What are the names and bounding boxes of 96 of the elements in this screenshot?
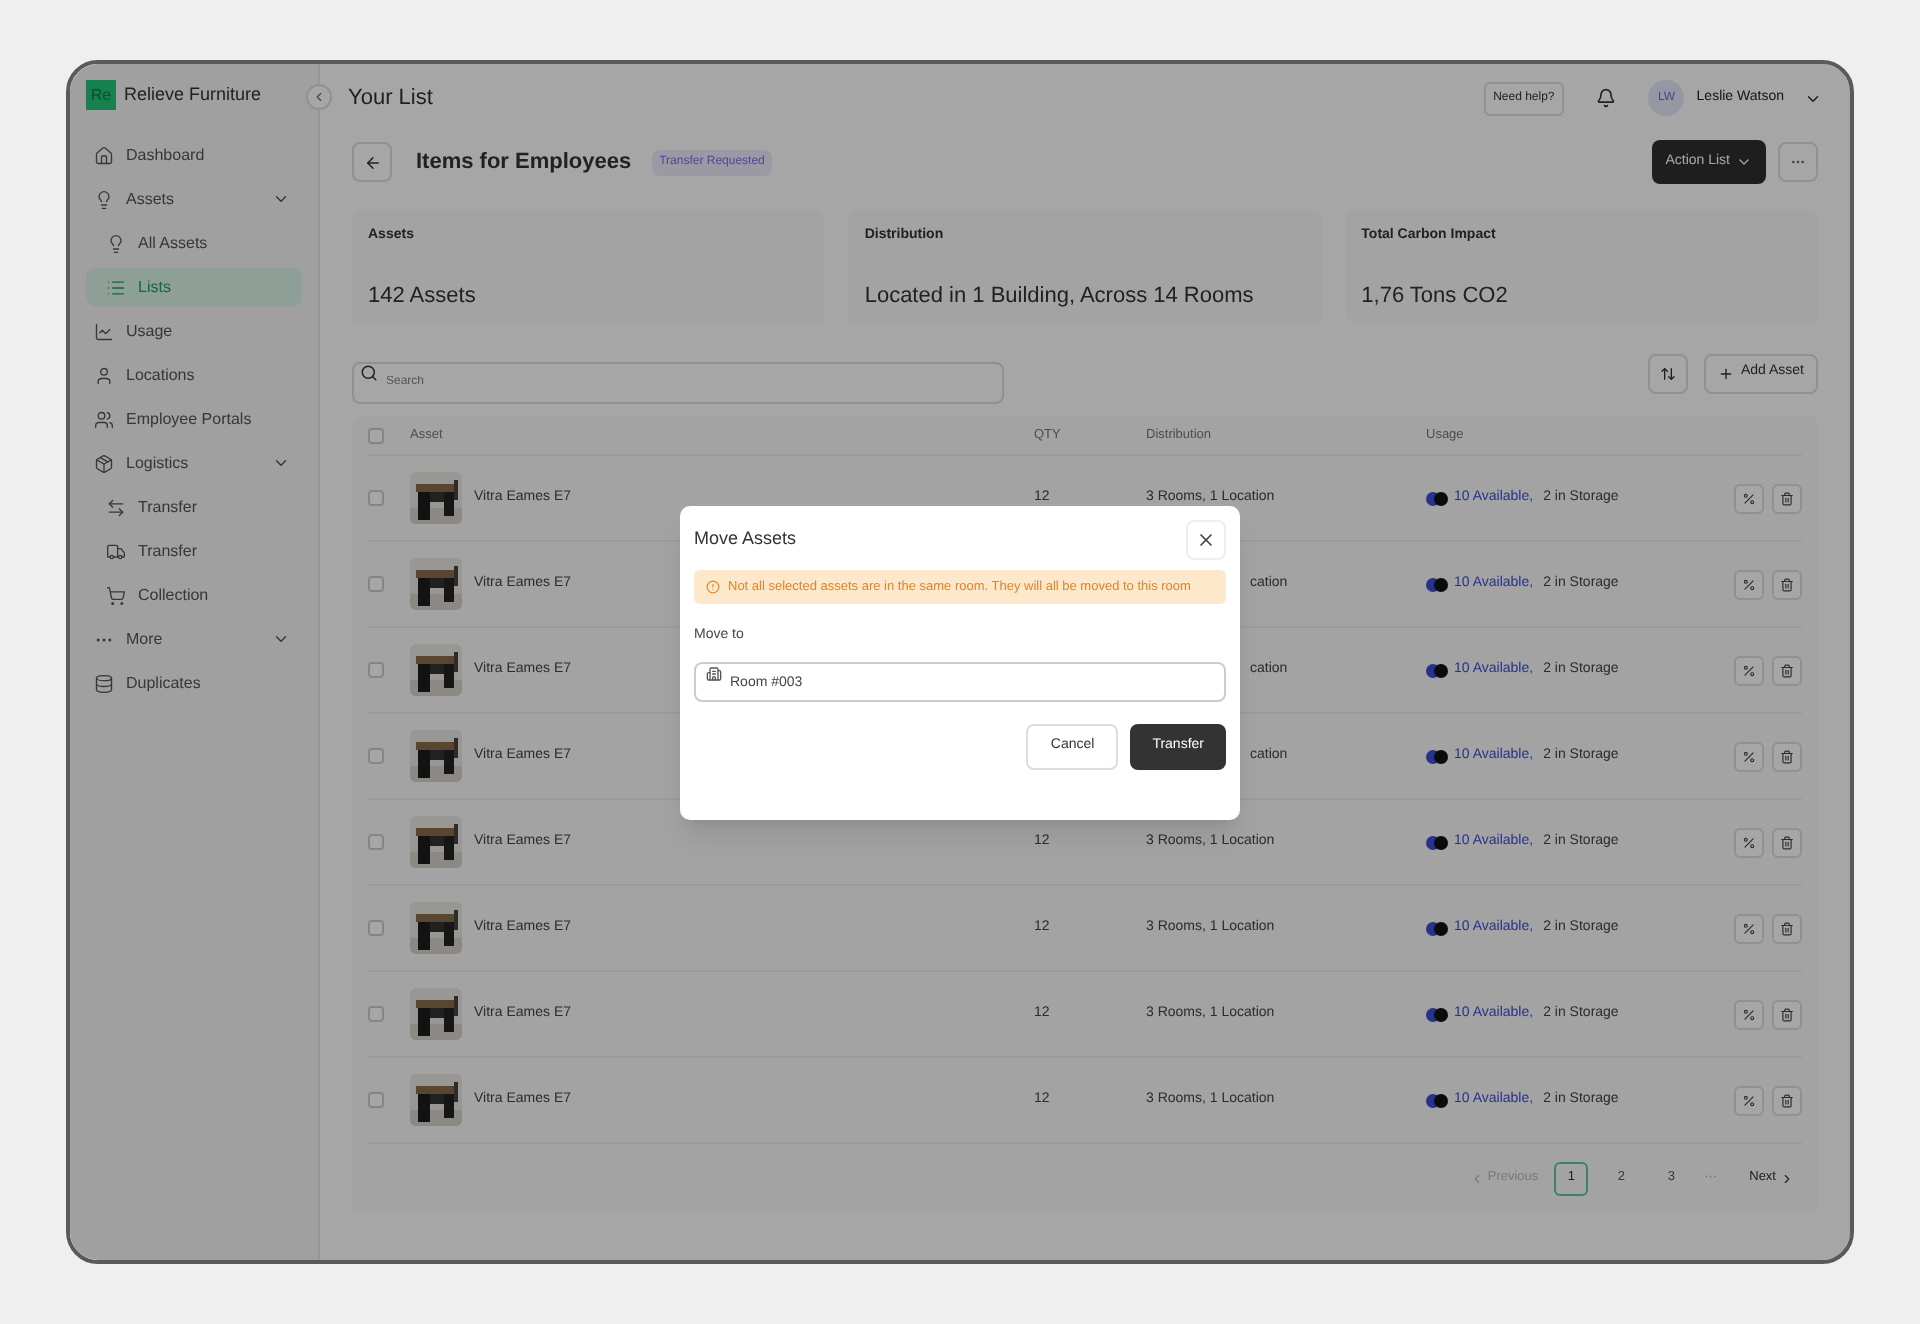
list-icon: [106, 277, 126, 297]
lightbulb-icon: [106, 233, 126, 253]
close-icon: [1196, 530, 1216, 550]
toggle-icon: [1426, 491, 1448, 505]
sort-button[interactable]: [1648, 353, 1689, 393]
bell-icon[interactable]: [1596, 88, 1617, 108]
percent-button[interactable]: [1734, 913, 1764, 943]
toggle-icon: [1426, 921, 1448, 935]
sidebar-item[interactable]: Logistics: [86, 444, 302, 482]
sidebar-item[interactable]: Usage: [86, 312, 302, 350]
toggle-icon: [1426, 577, 1448, 591]
card-value: 1,76 Tons CO2: [1361, 281, 1510, 311]
percent-icon: [1742, 1007, 1756, 1021]
alert-icon: [706, 580, 720, 594]
row-checkbox[interactable]: [368, 576, 384, 592]
chevron-right-icon: [1780, 1171, 1794, 1185]
percent-button[interactable]: [1734, 483, 1764, 513]
trash-icon: [1780, 1007, 1794, 1021]
percent-icon: [1742, 835, 1756, 849]
user-icon: [94, 365, 114, 385]
row-checkbox[interactable]: [368, 662, 384, 678]
delete-button[interactable]: [1772, 913, 1802, 943]
database-icon: [94, 673, 114, 693]
percent-button[interactable]: [1734, 827, 1764, 857]
percent-icon: [1742, 1093, 1756, 1107]
row-checkbox[interactable]: [368, 1092, 384, 1108]
trash-icon: [1780, 749, 1794, 763]
percent-icon: [1742, 663, 1756, 677]
percent-button[interactable]: [1734, 741, 1764, 771]
dialog-title: Move Assets: [694, 526, 797, 553]
plus-icon: [1718, 365, 1735, 381]
sidebar-item[interactable]: Assets: [86, 180, 302, 218]
list-title: Items for Employees: [416, 147, 632, 178]
row-checkbox[interactable]: [368, 1006, 384, 1022]
toggle-icon: [1426, 1093, 1448, 1107]
delete-button[interactable]: [1772, 827, 1802, 857]
close-button[interactable]: [1186, 520, 1226, 560]
sidebar-item[interactable]: Duplicates: [86, 664, 302, 702]
percent-icon: [1742, 921, 1756, 935]
trash-icon: [1780, 835, 1794, 849]
chevron-left-icon: [312, 90, 326, 104]
sidebar-item[interactable]: Dashboard: [86, 136, 302, 174]
trash-icon: [1780, 491, 1794, 505]
card-value: Located in 1 Building, Across 14 Rooms: [864, 281, 1256, 311]
percent-button[interactable]: [1734, 999, 1764, 1029]
sidebar-item[interactable]: Collection: [86, 576, 302, 614]
delete-button[interactable]: [1772, 999, 1802, 1029]
chevron-left-icon: [1469, 1171, 1484, 1185]
sidebar-item[interactable]: Transfer: [86, 488, 302, 526]
delete-button[interactable]: [1772, 569, 1802, 599]
percent-icon: [1742, 491, 1756, 505]
row-checkbox[interactable]: [368, 920, 384, 936]
sidebar-item[interactable]: Transfer: [86, 532, 302, 570]
percent-icon: [1742, 577, 1756, 591]
sidebar-item[interactable]: Locations: [86, 356, 302, 394]
building-icon: [706, 665, 722, 681]
sidebar-item[interactable]: Lists: [86, 268, 302, 306]
toggle-icon: [1426, 835, 1448, 849]
chevron-down-icon: [1736, 154, 1752, 170]
brand-name: Relieve Furniture: [124, 81, 262, 108]
truck-icon: [106, 541, 126, 561]
delete-button[interactable]: [1772, 741, 1802, 771]
delete-button[interactable]: [1772, 483, 1802, 513]
sidebar-item[interactable]: All Assets: [86, 224, 302, 262]
swap-icon: [106, 497, 126, 517]
back-button[interactable]: [352, 142, 392, 182]
toggle-icon: [1426, 1007, 1448, 1021]
toggle-icon: [1426, 749, 1448, 763]
delete-button[interactable]: [1772, 1085, 1802, 1115]
trash-icon: [1780, 663, 1794, 677]
trash-icon: [1780, 577, 1794, 591]
package-icon: [94, 453, 114, 473]
delete-button[interactable]: [1772, 655, 1802, 685]
home-icon: [94, 145, 114, 165]
percent-button[interactable]: [1734, 655, 1764, 685]
percent-button[interactable]: [1734, 1085, 1764, 1115]
percent-button[interactable]: [1734, 569, 1764, 599]
sidebar-item[interactable]: More: [86, 620, 302, 658]
select-all-checkbox[interactable]: [368, 427, 384, 443]
card-value: 142 Assets: [368, 281, 478, 311]
lightbulb-icon: [94, 189, 114, 209]
trash-icon: [1780, 1093, 1794, 1107]
page-title: Your List: [348, 83, 435, 114]
trash-icon: [1780, 921, 1794, 935]
cart-icon: [106, 585, 126, 605]
percent-icon: [1742, 749, 1756, 763]
sidebar-item[interactable]: Employee Portals: [86, 400, 302, 438]
row-checkbox[interactable]: [368, 748, 384, 764]
users-icon: [94, 409, 114, 429]
toggle-icon: [1426, 663, 1448, 677]
line-chart-icon: [94, 321, 114, 341]
row-checkbox[interactable]: [368, 834, 384, 850]
back-arrow-icon: [363, 153, 381, 171]
row-checkbox[interactable]: [368, 490, 384, 506]
sort-icon: [1660, 365, 1677, 381]
search-icon: [360, 364, 378, 382]
